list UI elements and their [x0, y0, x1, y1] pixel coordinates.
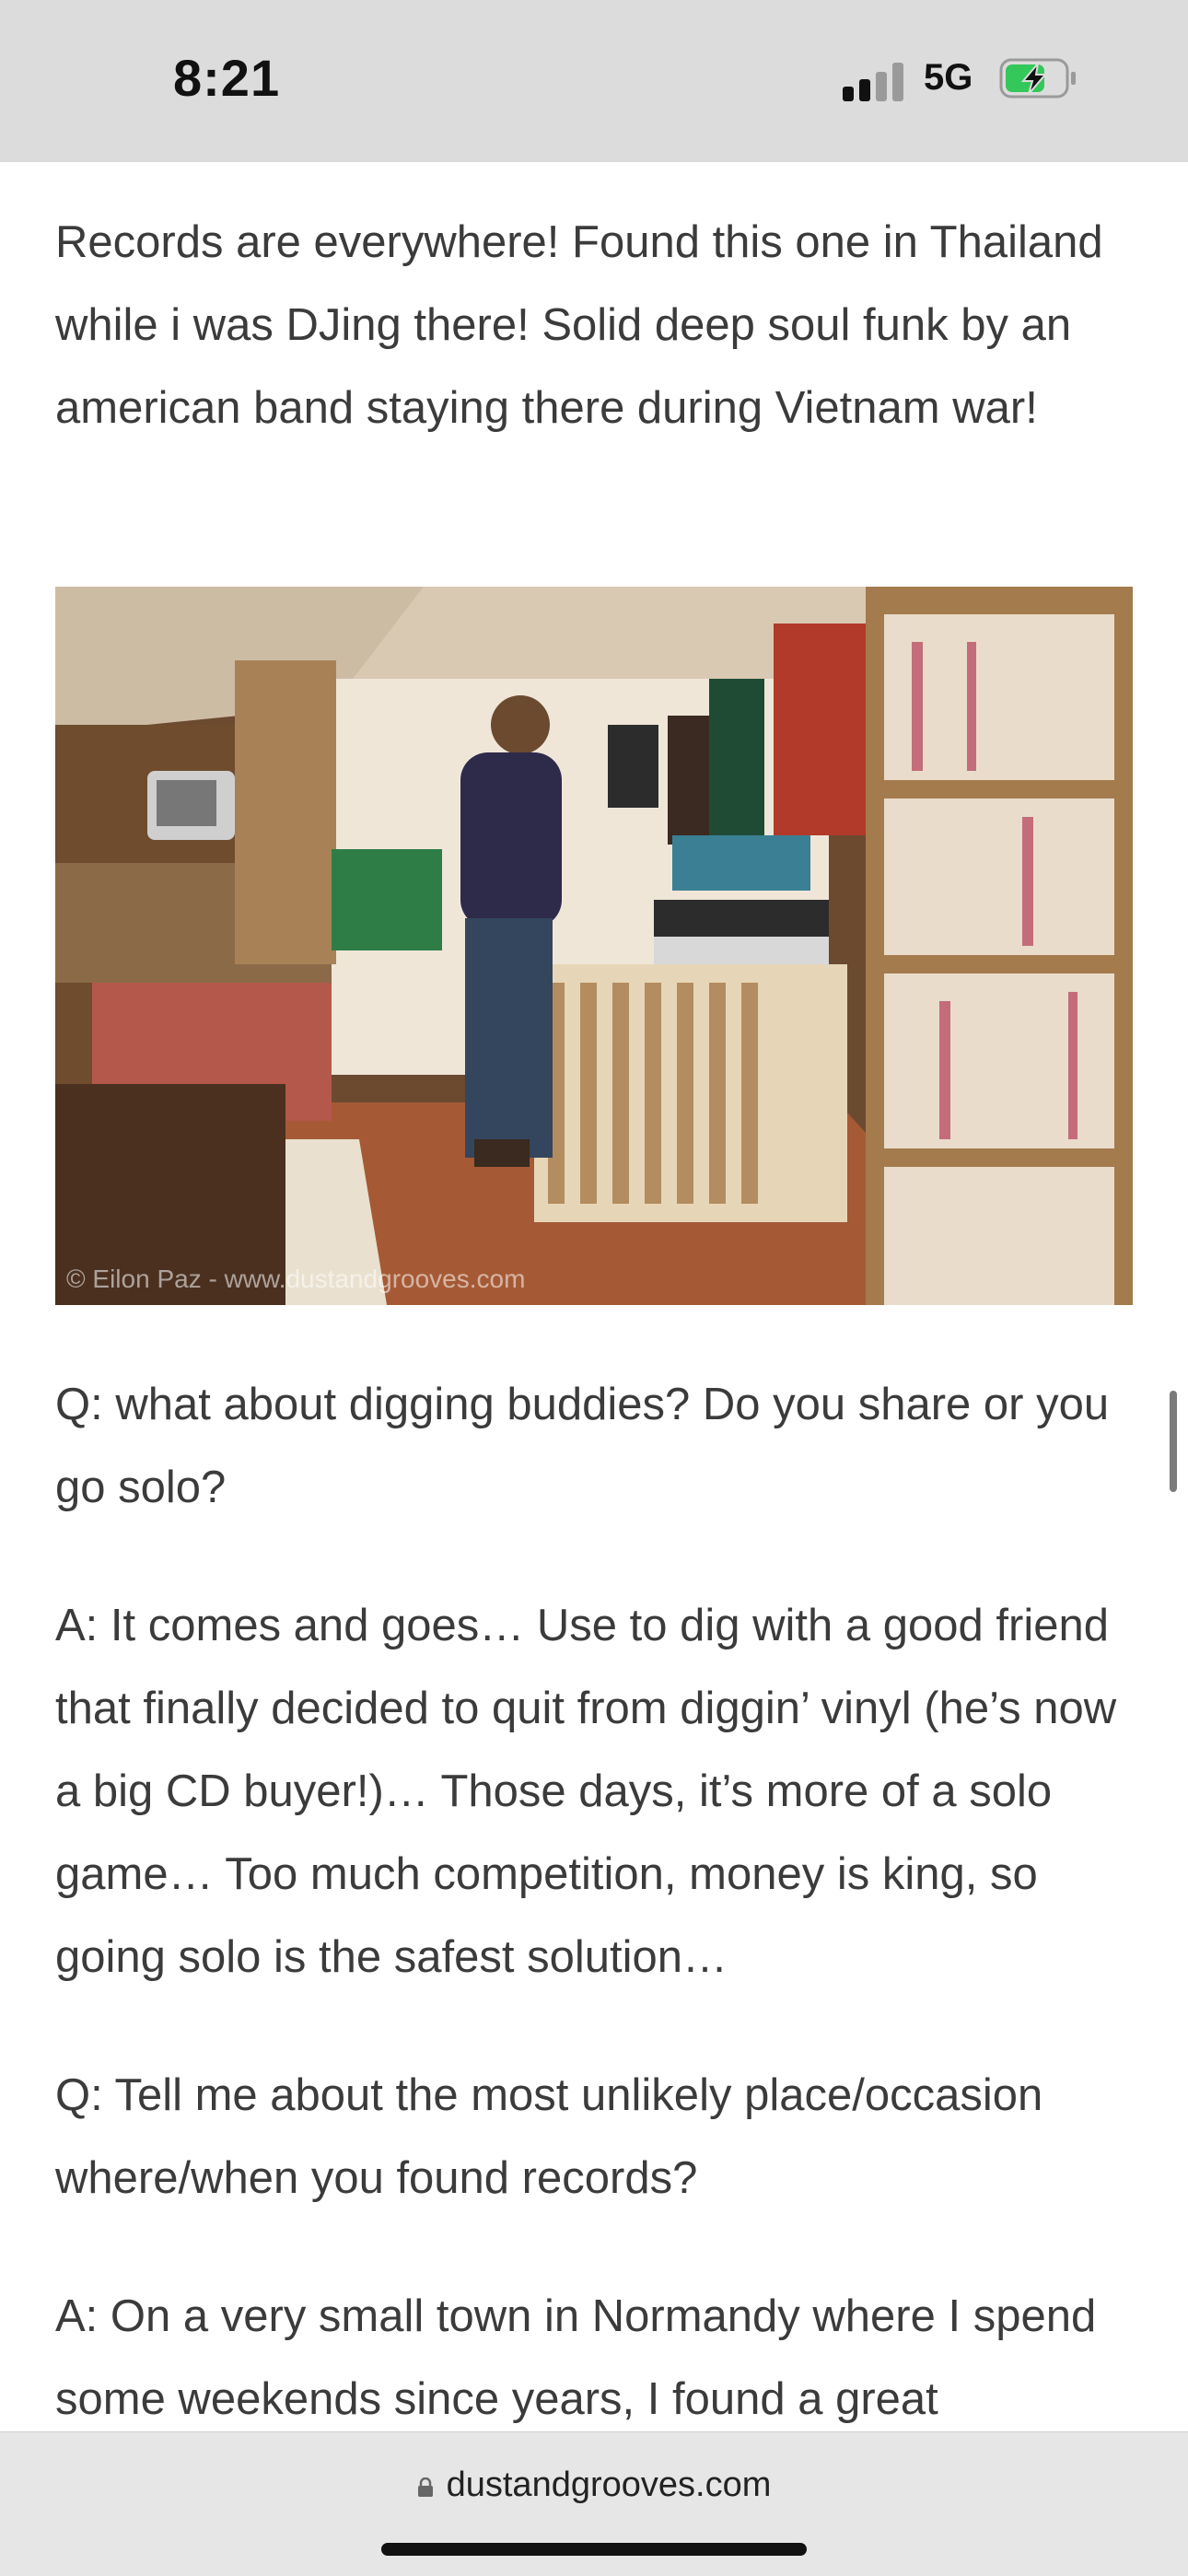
paragraph-intro: Records are everywhere! Found this one i…	[55, 217, 1103, 433]
network-type: 5G	[924, 57, 973, 98]
browser-bottom-bar: dustandgrooves.com	[0, 2431, 1188, 2576]
status-time: 8:21	[173, 49, 281, 107]
article-photo[interactable]: © Eilon Paz - www.dustandgrooves.com	[55, 587, 1133, 1305]
record-room-image	[55, 587, 1133, 1305]
scrollbar-thumb[interactable]	[1170, 1391, 1177, 1492]
paragraph-question-buddies: Q: what about digging buddies? Do you sh…	[55, 1380, 1110, 1512]
photo-credit: © Eilon Paz - www.dustandgrooves.com	[66, 1265, 526, 1293]
address-url: dustandgrooves.com	[446, 2465, 772, 2504]
cellular-signal-icon	[843, 63, 903, 101]
address-bar[interactable]: dustandgrooves.com	[0, 2465, 1188, 2505]
home-indicator[interactable]	[381, 2543, 807, 2556]
paragraph-answer-buddies: A: It comes and goes… Use to dig with a …	[55, 1601, 1117, 1982]
battery-charging-icon	[999, 58, 1076, 99]
status-bar: 8:21 5G	[0, 0, 1188, 162]
paragraph-answer-place: A: On a very small town in Normandy wher…	[55, 2291, 1097, 2424]
paragraph-question-place: Q: Tell me about the most unlikely place…	[55, 2070, 1043, 2203]
lock-icon	[417, 2477, 433, 2497]
